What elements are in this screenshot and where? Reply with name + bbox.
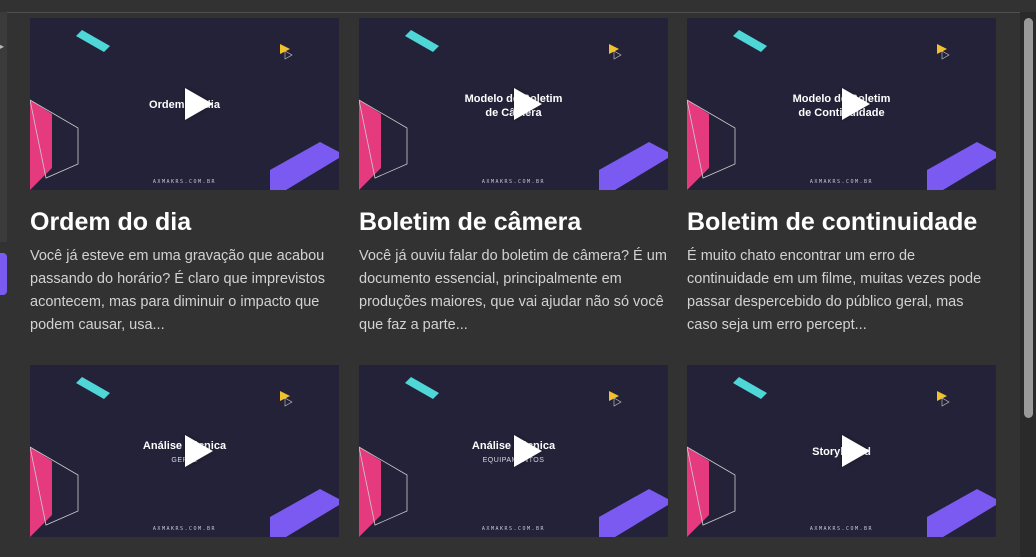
thumbnail-site-url: AXMAKRS.COM.BR [809, 526, 874, 532]
chevron-right-icon: ▸ [0, 42, 5, 51]
side-active-indicator[interactable] [0, 253, 7, 295]
content-card[interactable]: Modelo de Boletim de Câmera AXMAKRS.COM.… [359, 18, 668, 337]
side-panel-edge: ▸ [0, 12, 7, 242]
content-card[interactable]: Ordem do dia AXMAKRS.COM.BR Ordem do dia… [30, 18, 339, 337]
thumbnail-site-url: AXMAKRS.COM.BR [809, 179, 874, 185]
play-icon[interactable] [514, 88, 542, 120]
play-icon[interactable] [185, 435, 213, 467]
video-thumbnail[interactable]: Modelo de Boletim de Continuidade AXMAKR… [687, 18, 996, 190]
video-thumbnail[interactable]: Análise Técnica GERAL AXMAKRS.COM.BR [30, 365, 339, 537]
scrollbar-thumb[interactable] [1024, 18, 1033, 418]
play-icon[interactable] [514, 435, 542, 467]
video-thumbnail[interactable]: Análise Técnica EQUIPAMENTOS AXMAKRS.COM… [359, 365, 668, 537]
thumbnail-site-url: AXMAKRS.COM.BR [152, 179, 217, 185]
card-title[interactable]: Boletim de continuidade [687, 208, 996, 236]
content-card[interactable]: Análise Técnica GERAL AXMAKRS.COM.BR [30, 365, 339, 537]
content-card[interactable]: Storyboard AXMAKRS.COM.BR [687, 365, 996, 537]
card-title[interactable]: Ordem do dia [30, 208, 339, 236]
play-icon[interactable] [842, 435, 870, 467]
thumbnail-site-url: AXMAKRS.COM.BR [481, 179, 546, 185]
thumbnail-site-url: AXMAKRS.COM.BR [152, 526, 217, 532]
top-divider [0, 0, 1020, 13]
content-card[interactable]: Análise Técnica EQUIPAMENTOS AXMAKRS.COM… [359, 365, 668, 537]
play-icon[interactable] [185, 88, 213, 120]
video-thumbnail[interactable]: Ordem do dia AXMAKRS.COM.BR [30, 18, 339, 190]
content-card[interactable]: Modelo de Boletim de Continuidade AXMAKR… [687, 18, 996, 337]
card-description: É muito chato encontrar um erro de conti… [687, 248, 982, 333]
card-description: Você já esteve em uma gravação que acabo… [30, 248, 325, 333]
card-description: Você já ouviu falar do boletim de câmera… [359, 248, 667, 333]
video-thumbnail[interactable]: Modelo de Boletim de Câmera AXMAKRS.COM.… [359, 18, 668, 190]
card-title[interactable]: Boletim de câmera [359, 208, 668, 236]
thumbnail-site-url: AXMAKRS.COM.BR [481, 526, 546, 532]
vertical-scrollbar[interactable] [1020, 12, 1036, 557]
video-thumbnail[interactable]: Storyboard AXMAKRS.COM.BR [687, 365, 996, 537]
play-icon[interactable] [842, 88, 870, 120]
